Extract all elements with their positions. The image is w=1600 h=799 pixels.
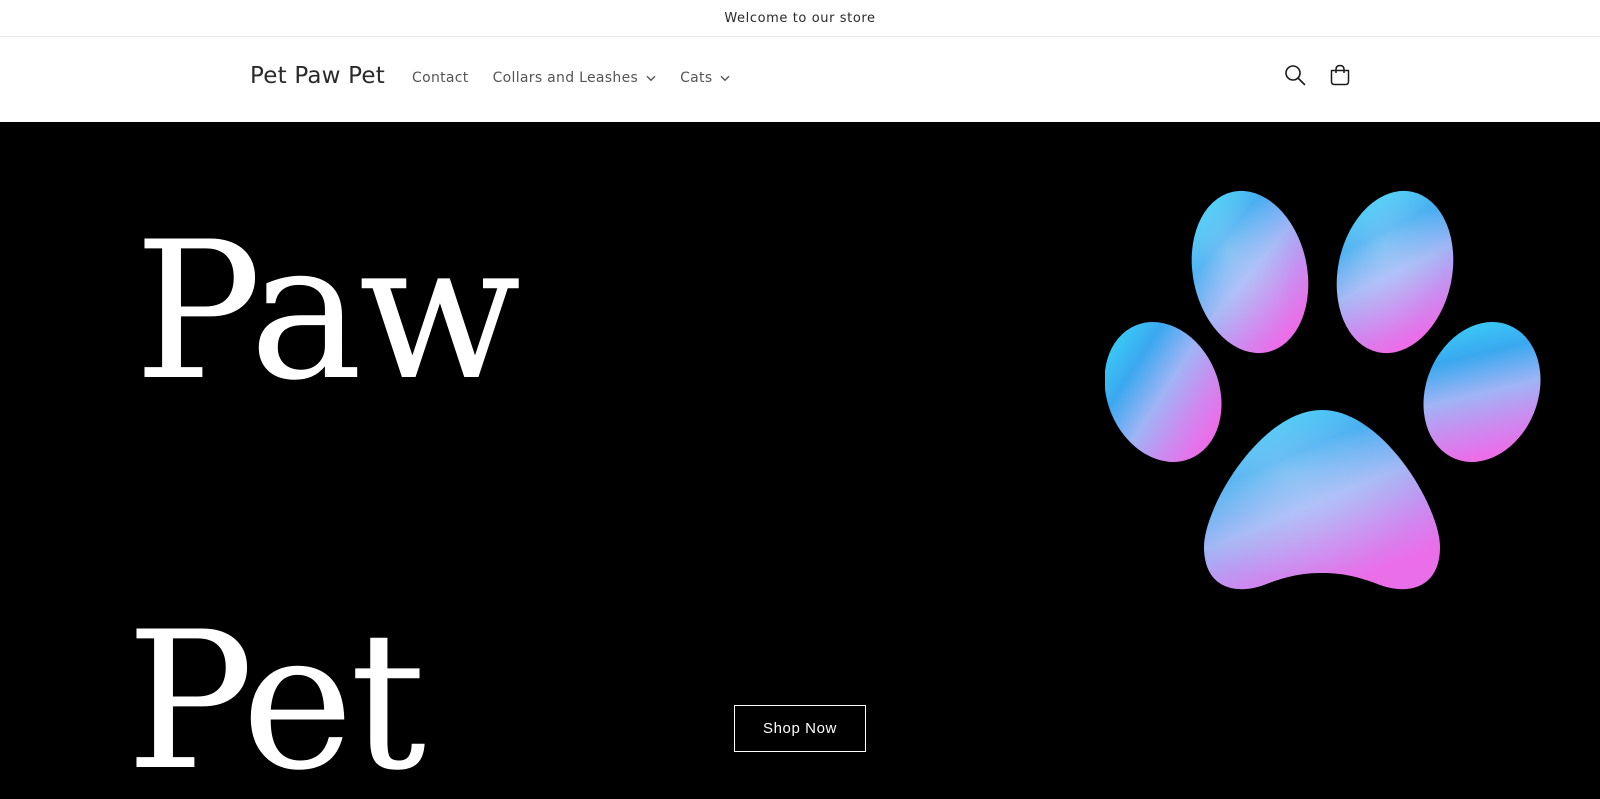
cart-icon (1329, 64, 1351, 90)
search-icon (1284, 64, 1306, 90)
announcement-text: Welcome to our store (724, 10, 876, 26)
search-button[interactable] (1279, 61, 1311, 93)
announcement-bar: Welcome to our store (0, 0, 1600, 37)
store-logo[interactable]: Pet Paw Pet (250, 63, 385, 89)
hero-heading-line-2: Pet (126, 591, 426, 799)
paw-print-image (1104, 187, 1545, 611)
site-header: Pet Paw Pet Contact Collars and Leashes … (0, 37, 1600, 122)
hero-banner: Paw Pet Shop Now (0, 122, 1600, 799)
hero-heading-line-1: Paw (134, 201, 521, 422)
nav-item-cats[interactable]: Cats (680, 70, 730, 86)
chevron-down-icon (646, 75, 656, 82)
cart-button[interactable] (1324, 61, 1356, 93)
nav-item-label: Collars and Leashes (492, 70, 639, 86)
shop-now-button[interactable]: Shop Now (734, 705, 866, 752)
chevron-down-icon (720, 75, 730, 82)
nav-item-label: Contact (412, 70, 469, 86)
main-nav: Contact Collars and Leashes Cats (412, 70, 754, 86)
nav-item-collars-and-leashes[interactable]: Collars and Leashes (493, 70, 657, 86)
nav-item-label: Cats (680, 70, 713, 86)
nav-item-contact[interactable]: Contact (412, 70, 469, 86)
